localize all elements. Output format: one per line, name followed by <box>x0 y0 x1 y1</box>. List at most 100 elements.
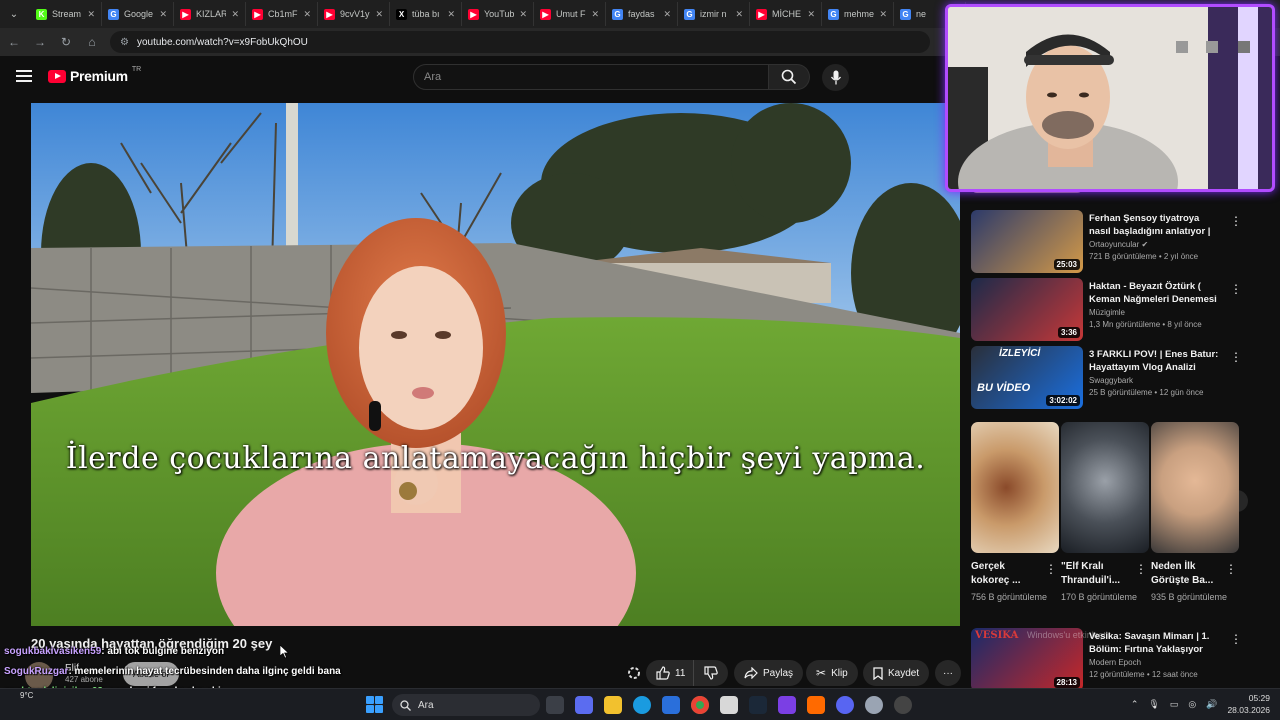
more-options-icon[interactable]: ⋮ <box>1230 282 1242 296</box>
discord-icon[interactable] <box>836 696 854 714</box>
settings-gear-icon[interactable] <box>865 696 883 714</box>
browser-tab[interactable]: ▶ MİCHE ✕ <box>750 2 822 26</box>
tab-close-icon[interactable]: ✕ <box>807 9 815 20</box>
clip-button[interactable]: ✂ Klip <box>806 660 858 686</box>
short-thumbnail[interactable] <box>971 422 1059 553</box>
recommended-video[interactable]: VESIKA 28:13 Vesika: Savaşın Mimarı | 1. B… <box>970 628 1270 694</box>
more-options-icon[interactable]: ⋮ <box>1135 562 1147 576</box>
more-options-icon[interactable]: ⋮ <box>1230 350 1242 364</box>
chat-message: SogukRuzgar: memelerinin hayat tecrübesi… <box>4 662 384 682</box>
widgets-app-icon[interactable] <box>575 696 593 714</box>
chrome-icon[interactable] <box>691 696 709 714</box>
tab-close-icon[interactable]: ✕ <box>303 9 311 20</box>
gear-effects-icon[interactable] <box>626 665 642 681</box>
address-bar[interactable]: ⚙ youtube.com/watch?v=x9FobUkQhOU <box>110 31 930 53</box>
recommended-video-title[interactable]: Ferhan Şensoy tiyatroya nasıl başladığın… <box>1089 212 1221 238</box>
tray-chevron-icon[interactable]: ⌃ <box>1131 699 1139 710</box>
microphone-tray-icon[interactable]: 🎙 <box>1148 699 1159 710</box>
tab-close-icon[interactable]: ✕ <box>879 9 887 20</box>
browser-tab[interactable]: ▶ KIZLAR ✕ <box>174 2 246 26</box>
recommended-channel[interactable]: Modern Epoch <box>1089 658 1141 667</box>
video-thumbnail[interactable]: İZLEYİCİ BU VİDEO 3:02:02 <box>971 346 1083 409</box>
more-options-icon[interactable]: ⋮ <box>1230 214 1242 228</box>
short-title[interactable]: Neden İlk Görüşte Ba... <box>1151 560 1225 588</box>
steam-icon[interactable] <box>749 696 767 714</box>
display-tray-icon[interactable]: ▭ <box>1170 699 1179 710</box>
network-tray-icon[interactable]: ◎ <box>1188 699 1196 710</box>
search-button[interactable] <box>769 64 810 90</box>
tab-close-icon[interactable]: ✕ <box>447 9 455 20</box>
browser-tab[interactable]: ▶ Umut F ✕ <box>534 2 606 26</box>
reload-icon[interactable]: ↻ <box>58 34 74 50</box>
video-thumbnail[interactable]: 25:03 <box>971 210 1083 273</box>
recommended-video[interactable]: 25:03 Ferhan Şensoy tiyatroya nasıl başla… <box>970 210 1270 276</box>
search-input[interactable]: Ara <box>413 64 769 90</box>
more-actions-button[interactable]: ··· <box>935 660 961 686</box>
weather-widget[interactable]: 9°C <box>20 691 33 700</box>
youtube-premium-logo[interactable]: Premium TR <box>48 66 141 84</box>
volume-tray-icon[interactable]: 🔊 <box>1206 699 1217 710</box>
video-thumbnail[interactable]: 3:36 <box>971 278 1083 341</box>
recommended-video-title[interactable]: Haktan - Beyazıt Öztürk ( Keman Nağmeler… <box>1089 280 1221 306</box>
dislike-button[interactable] <box>693 660 729 686</box>
short-video[interactable]: Gerçek kokoreç ... 756 B görüntüleme ⋮ <box>971 422 1059 605</box>
browser-tab[interactable]: Xtüba bı ✕ <box>390 2 462 26</box>
home-icon[interactable]: ⌂ <box>84 34 100 50</box>
tab-close-icon[interactable]: ✕ <box>231 9 239 20</box>
share-button[interactable]: Paylaş <box>734 660 804 686</box>
voice-search-button[interactable] <box>822 64 849 91</box>
tab-search-chevron-icon[interactable]: ⌄ <box>4 4 24 24</box>
browser-tab[interactable]: ▶ Cb1mF ✕ <box>246 2 318 26</box>
app-orange-icon[interactable] <box>807 696 825 714</box>
browser-tab[interactable]: Gizmir n ✕ <box>678 2 750 26</box>
taskbar-search[interactable]: Ara <box>392 694 540 716</box>
menu-icon[interactable] <box>16 70 32 82</box>
edge-browser-icon[interactable] <box>633 696 651 714</box>
video-player[interactable]: İlerde çocuklarına anlatamayacağın hiçbi… <box>31 103 960 626</box>
short-video[interactable]: Neden İlk Görüşte Ba... 935 B görüntüleme… <box>1151 422 1239 605</box>
recommended-channel[interactable]: Müzigimle <box>1089 308 1125 317</box>
browser-tab[interactable]: K Stream ✕ <box>30 2 102 26</box>
recommended-channel[interactable]: Ortaoyuncular ✔ <box>1089 240 1148 249</box>
tab-close-icon[interactable]: ✕ <box>591 9 599 20</box>
browser-tab[interactable]: Gfaydas ✕ <box>606 2 678 26</box>
taskbar-clock[interactable]: 05:29 28.03.2026 <box>1227 692 1270 716</box>
browser-tab[interactable]: ▶ YouTub ✕ <box>462 2 534 26</box>
site-info-icon[interactable]: ⚙ <box>120 37 129 48</box>
short-thumbnail[interactable] <box>1151 422 1239 553</box>
like-count: 11 <box>675 667 686 679</box>
recording-app-icon[interactable] <box>894 696 912 714</box>
tab-close-icon[interactable]: ✕ <box>663 9 671 20</box>
short-title[interactable]: Gerçek kokoreç ... <box>971 560 1045 588</box>
recommended-video[interactable]: 3:36 Haktan - Beyazıt Öztürk ( Keman Nağm… <box>970 278 1270 344</box>
app-crystal-icon[interactable] <box>778 696 796 714</box>
recommended-channel[interactable]: Swaggybark <box>1089 376 1133 385</box>
tab-close-icon[interactable]: ✕ <box>375 9 383 20</box>
browser-tab[interactable]: G Google ✕ <box>102 2 174 26</box>
recommended-video[interactable]: İZLEYİCİ BU VİDEO 3:02:02 3 FARKLI POV! | E… <box>970 346 1270 412</box>
tab-close-icon[interactable]: ✕ <box>735 9 743 20</box>
more-options-icon[interactable]: ⋮ <box>1230 632 1242 646</box>
browser-tab[interactable]: ▶ 9cvV1y ✕ <box>318 2 390 26</box>
short-title[interactable]: "Elf Kralı Thranduil'i... <box>1061 560 1135 588</box>
task-view-icon[interactable] <box>546 696 564 714</box>
tab-title: MİCHE <box>772 9 801 19</box>
tab-close-icon[interactable]: ✕ <box>519 9 527 20</box>
clock-time: 05:29 <box>1248 693 1270 703</box>
tab-close-icon[interactable]: ✕ <box>87 9 95 20</box>
recommended-video-title[interactable]: 3 FARKLI POV! | Enes Batur: Hayattayım V… <box>1089 348 1221 374</box>
tab-close-icon[interactable]: ✕ <box>159 9 167 20</box>
back-arrow-icon[interactable]: ← <box>6 34 22 50</box>
microsoft-store-icon[interactable] <box>662 696 680 714</box>
short-video[interactable]: "Elf Kralı Thranduil'i... 170 B görüntüle… <box>1061 422 1149 605</box>
network-app-icon[interactable] <box>720 696 738 714</box>
windows-start-icon[interactable] <box>366 696 383 713</box>
browser-tab[interactable]: Gmehme ✕ <box>822 2 894 26</box>
more-options-icon[interactable]: ⋮ <box>1225 562 1237 576</box>
more-options-icon[interactable]: ⋮ <box>1045 562 1057 576</box>
forward-arrow-icon[interactable]: → <box>32 34 48 50</box>
file-explorer-icon[interactable] <box>604 696 622 714</box>
short-thumbnail[interactable] <box>1061 422 1149 553</box>
like-button[interactable]: 11 <box>646 660 694 686</box>
save-button[interactable]: Kaydet <box>863 660 930 686</box>
